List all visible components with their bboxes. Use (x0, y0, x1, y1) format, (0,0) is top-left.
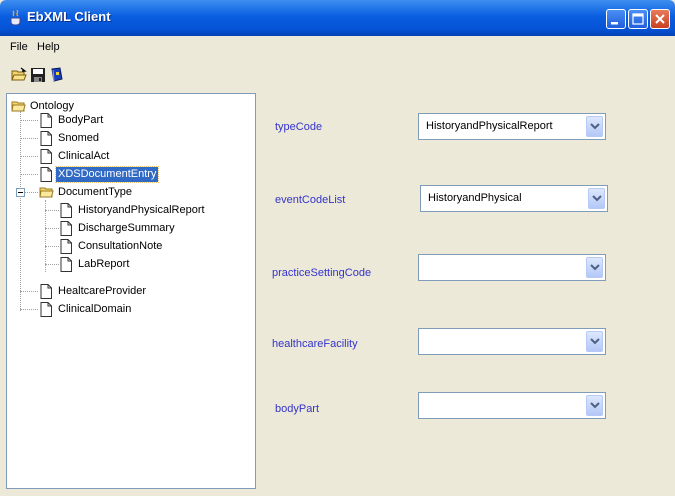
type-code-value: HistoryandPhysicalReport (426, 120, 553, 132)
tree-guide (20, 120, 38, 121)
practice-setting-code-select[interactable] (418, 254, 606, 281)
tree-guide (45, 210, 59, 211)
tree-node-dischargesummary[interactable]: DischargeSummary (59, 220, 177, 237)
tree-guide (45, 246, 59, 247)
tree-node-label: HistoryandPhysicalReport (78, 204, 205, 216)
event-code-list-select[interactable]: HistoryandPhysical (420, 185, 608, 212)
tree-node-label: Snomed (58, 132, 99, 144)
toolbar (0, 59, 675, 89)
body-part-dropdown-button[interactable] (586, 395, 603, 416)
maximize-icon (632, 13, 644, 25)
file-icon (40, 284, 52, 299)
tree-node-label: BodyPart (58, 114, 104, 126)
tree-node-clinicaldomain[interactable]: ClinicalDomain (39, 301, 133, 318)
tree-guide (20, 111, 21, 311)
healthcare-facility-label: healthcareFacility (272, 338, 358, 350)
tree-node-label: HealtcareProvider (58, 285, 147, 297)
tree-node-label: ClinicalDomain (58, 303, 132, 315)
practice-setting-code-dropdown-button[interactable] (586, 257, 603, 278)
minimize-button[interactable] (606, 9, 626, 29)
title-bar[interactable]: EbXML Client (0, 0, 675, 36)
app-window: EbXML Client File Help Ontology BodyPart… (0, 0, 675, 496)
chevron-down-icon (590, 264, 600, 271)
practice-setting-code-label: practiceSettingCode (272, 267, 372, 279)
file-icon (40, 167, 52, 182)
menu-bar: File Help (0, 37, 675, 59)
chevron-down-icon (590, 123, 600, 130)
tree-guide (20, 156, 38, 157)
file-icon (60, 221, 72, 236)
tree-node-documenttype[interactable]: DocumentType (39, 184, 134, 201)
tree-guide (45, 228, 59, 229)
healthcare-facility-select[interactable] (418, 328, 606, 355)
tree-guide (20, 291, 38, 292)
tree-node-xdsdocumententry[interactable]: XDSDocumentEntry (39, 166, 160, 183)
body-part-label: bodyPart (275, 403, 320, 415)
tree-node-label: LabReport (78, 258, 130, 270)
event-code-list-dropdown-button[interactable] (588, 188, 605, 209)
type-code-label: typeCode (275, 121, 323, 133)
tree-guide (25, 192, 38, 193)
open-folder-icon (39, 187, 54, 198)
tree-node-label: XDSDocumentEntry (54, 166, 160, 183)
collapse-toggle[interactable] (16, 188, 25, 197)
tree-node-snomed[interactable]: Snomed (39, 130, 101, 147)
file-icon (40, 149, 52, 164)
tree-guide (20, 309, 38, 310)
event-code-list-label: eventCodeList (275, 194, 346, 206)
tree-node-clinicalact[interactable]: ClinicalAct (39, 148, 111, 165)
ontology-tree[interactable]: Ontology BodyPart Snomed ClinicalAct XDS… (6, 93, 256, 489)
file-icon (60, 257, 72, 272)
tree-node-label: ConsultationNote (78, 240, 163, 252)
save-icon[interactable] (30, 67, 46, 83)
file-icon (60, 239, 72, 254)
tree-guide (20, 138, 38, 139)
file-icon (40, 131, 52, 146)
java-cup-icon (10, 10, 23, 26)
type-code-dropdown-button[interactable] (586, 116, 603, 137)
split-pane-divider[interactable] (258, 93, 262, 489)
file-icon (40, 113, 52, 128)
menu-help[interactable]: Help (37, 41, 60, 53)
tree-node-bodypart[interactable]: BodyPart (39, 112, 105, 129)
tree-guide (20, 174, 38, 175)
file-icon (60, 203, 72, 218)
window-title: EbXML Client (27, 9, 111, 24)
chevron-down-icon (590, 338, 600, 345)
close-button[interactable] (650, 9, 670, 29)
chevron-down-icon (590, 402, 600, 409)
healthcare-facility-dropdown-button[interactable] (586, 331, 603, 352)
open-folder-icon[interactable] (11, 67, 27, 83)
type-code-select[interactable]: HistoryandPhysicalReport (418, 113, 606, 140)
tree-node-labreport[interactable]: LabReport (59, 256, 131, 273)
tree-node-healtcareprovider[interactable]: HealtcareProvider (39, 283, 148, 300)
tree-guide (45, 264, 59, 265)
body-part-select[interactable] (418, 392, 606, 419)
tree-node-label: ClinicalAct (58, 150, 110, 162)
menu-file[interactable]: File (10, 41, 28, 53)
book-icon[interactable] (49, 67, 65, 83)
tree-node-label: DocumentType (58, 186, 132, 198)
tree-node-historyandphysicalreport[interactable]: HistoryandPhysicalReport (59, 202, 207, 219)
chevron-down-icon (592, 195, 602, 202)
close-icon (655, 14, 665, 24)
open-folder-icon (11, 101, 26, 112)
minimize-icon (611, 22, 618, 25)
file-icon (40, 302, 52, 317)
event-code-list-value: HistoryandPhysical (428, 192, 522, 204)
tree-node-label: DischargeSummary (78, 222, 175, 234)
maximize-button[interactable] (628, 9, 648, 29)
tree-node-consultationnote[interactable]: ConsultationNote (59, 238, 164, 255)
